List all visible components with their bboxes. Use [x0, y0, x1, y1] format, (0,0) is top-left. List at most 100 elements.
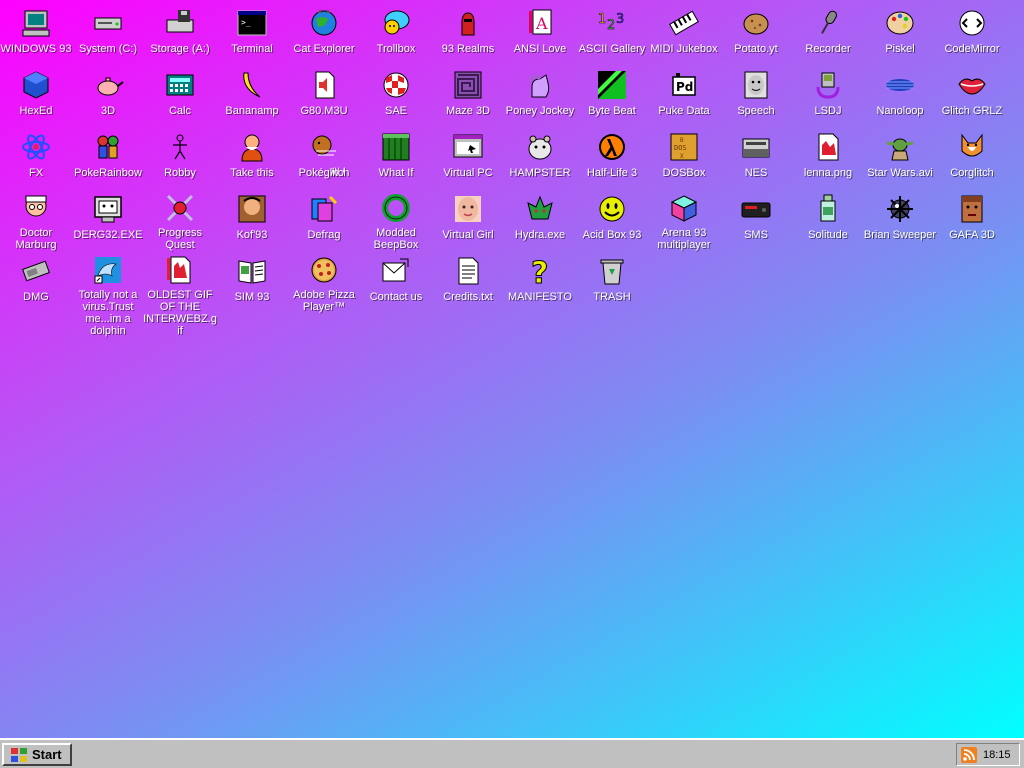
- floppy-drive-icon: [163, 6, 197, 40]
- desktop-icon[interactable]: Credits.txt: [430, 250, 506, 312]
- dragon-icon: [523, 192, 557, 226]
- desktop-icon[interactable]: CodeMirror: [934, 2, 1010, 64]
- rss-icon[interactable]: [961, 746, 977, 763]
- desktop-icon[interactable]: Brian Sweeper: [862, 188, 938, 250]
- desktop-icon[interactable]: Corglitch: [934, 126, 1010, 188]
- desktop-icon[interactable]: SMS: [718, 188, 794, 250]
- svg-text:B: B: [680, 137, 684, 144]
- desktop-icon[interactable]: NES: [718, 126, 794, 188]
- desktop-icon-label: Potato.yt: [734, 43, 778, 55]
- desktop-icon[interactable]: HAMPSTER: [502, 126, 578, 188]
- desktop-icon[interactable]: Cat Explorer: [286, 2, 362, 64]
- desktop-icon[interactable]: HexEd: [0, 64, 74, 126]
- desktop-icon[interactable]: Kof'93: [214, 188, 290, 250]
- desktop-icon[interactable]: Adobe Pizza Player™: [286, 250, 362, 313]
- desktop-icon[interactable]: 1 2 3 ASCII Gallery: [574, 2, 650, 64]
- desktop-icon[interactable]: DMG: [0, 250, 74, 312]
- desktop-icon[interactable]: Virtual PC: [430, 126, 506, 188]
- desktop-icon-label: Bananamp: [225, 105, 279, 117]
- desktop-icon[interactable]: Byte Beat: [574, 64, 650, 126]
- amiga-ball-icon: [379, 68, 413, 102]
- nes-icon: [739, 130, 773, 164]
- desktop-icon[interactable]: DOS B X DOSBox: [646, 126, 722, 188]
- svg-text:>_: >_: [241, 18, 251, 27]
- desktop-icon[interactable]: A ANSI Love: [502, 2, 578, 64]
- desktop-icon[interactable]: G80.M3U: [286, 64, 362, 126]
- desktop-icon[interactable]: Poney Jockey: [502, 64, 578, 126]
- desktop-icon[interactable]: Totally not a virus.Trust me...im a dolp…: [70, 250, 146, 337]
- desktop-icon[interactable]: Defrag: [286, 188, 362, 250]
- desktop-icon-label: Recorder: [805, 43, 851, 55]
- desktop-icon[interactable]: 3D: [70, 64, 146, 126]
- desktop-icon-label: Half-Life 3: [586, 167, 638, 179]
- text-file-icon: [451, 254, 485, 288]
- dosbox-icon: DOS B X: [667, 130, 701, 164]
- desktop-icon[interactable]: Acid Box 93: [574, 188, 650, 250]
- desktop-icon[interactable]: Recorder: [790, 2, 866, 64]
- desktop-icon[interactable]: Robby: [142, 126, 218, 188]
- desktop-icon[interactable]: Storage (A:): [142, 2, 218, 64]
- desktop-icon[interactable]: WINDOWS 93: [0, 2, 74, 64]
- desktop-icon[interactable]: Star Wars.avi: [862, 126, 938, 188]
- crossed-swords-icon: [163, 192, 197, 224]
- desktop-icon[interactable]: Bananamp: [214, 64, 290, 126]
- desktop-icon[interactable]: DERG32.EXE: [70, 188, 146, 250]
- desktop-icon[interactable]: Calc: [142, 64, 218, 126]
- pd-icon: Pd: [667, 68, 701, 102]
- start-button[interactable]: Start: [2, 743, 72, 766]
- desktop-icon-label: Virtual PC: [443, 167, 493, 179]
- desktop-icon[interactable]: lenna.png: [790, 126, 866, 188]
- desktop-icon[interactable]: Arena 93 multiplayer: [646, 188, 722, 251]
- desktop-icon[interactable]: ? MANIFESTO: [502, 250, 578, 312]
- start-label: Start: [32, 747, 62, 762]
- desktop-icon[interactable]: Contact us: [358, 250, 434, 312]
- desktop-icon[interactable]: What If: [358, 126, 434, 188]
- desktop-icon[interactable]: Piskel: [862, 2, 938, 64]
- desktop-icon[interactable]: Maze 3D: [430, 64, 506, 126]
- desktop-icon[interactable]: Half-Life 3: [574, 126, 650, 188]
- pony-icon: [523, 68, 557, 102]
- desktop-icon[interactable]: Speech: [718, 64, 794, 126]
- desktop-icon[interactable]: GAFA 3D: [934, 188, 1010, 250]
- desktop-icon-label: Defrag: [307, 229, 341, 241]
- desktop-icon[interactable]: 93 Realms: [430, 2, 506, 64]
- desktop-icon-label: Piskel: [885, 43, 915, 55]
- desktop-icon[interactable]: LSDJ: [790, 64, 866, 126]
- desktop-icon[interactable]: Solitude: [790, 188, 866, 250]
- iso-cube-icon: [667, 192, 701, 224]
- desktop-icon-label: PokeRainbow: [74, 167, 142, 179]
- pizza-icon: [307, 254, 341, 286]
- desktop-icon[interactable]: Hydra.exe: [502, 188, 578, 250]
- desktop-icon[interactable]: Trollbox: [358, 2, 434, 64]
- svg-text:A: A: [535, 14, 548, 33]
- desktop-icon[interactable]: Take this: [214, 126, 290, 188]
- desktop-icon[interactable]: MIDI Jukebox: [646, 2, 722, 64]
- desktop-icon-label: Puke Data: [658, 105, 710, 117]
- svg-text:1: 1: [598, 12, 606, 27]
- desktop-icon[interactable]: FX: [0, 126, 74, 188]
- desktop-icon[interactable]: Virtual Girl: [430, 188, 506, 250]
- desktop-icon[interactable]: Nanoloop: [862, 64, 938, 126]
- desktop-icon[interactable]: Potato.yt: [718, 2, 794, 64]
- desktop-icon[interactable]: Progress Quest: [142, 188, 218, 251]
- desktop-icon[interactable]: Pokégl̸i̸t̸c̸h: [286, 126, 362, 188]
- desktop-icon[interactable]: SIM 93: [214, 250, 290, 312]
- desktop-icon[interactable]: >_ Terminal: [214, 2, 290, 64]
- desktop-icon[interactable]: OLDEST GIF OF THE INTERWEBZ.gif: [142, 250, 218, 337]
- desktop-icon[interactable]: Glitch GRLZ: [934, 64, 1010, 126]
- desktop-icon[interactable]: TRASH: [574, 250, 650, 312]
- drive-icon: [91, 6, 125, 40]
- desktop-icon[interactable]: Modded BeepBox: [358, 188, 434, 251]
- lips-icon: [955, 68, 989, 102]
- desktop-icon[interactable]: System (C:): [70, 2, 146, 64]
- desktop-icon[interactable]: SAE: [358, 64, 434, 126]
- code-icon: [955, 6, 989, 40]
- desktop-icon-label: SIM 93: [234, 291, 270, 303]
- desktop-icon[interactable]: Pd Puke Data: [646, 64, 722, 126]
- wave-lines-icon: [883, 68, 917, 102]
- desktop-icon[interactable]: Doctor Marburg: [0, 188, 74, 251]
- clock: 18:15: [983, 748, 1011, 761]
- desktop-icon[interactable]: PokeRainbow: [70, 126, 146, 188]
- terminal-icon: >_: [235, 6, 269, 40]
- desktop-icon-label: Byte Beat: [588, 105, 636, 117]
